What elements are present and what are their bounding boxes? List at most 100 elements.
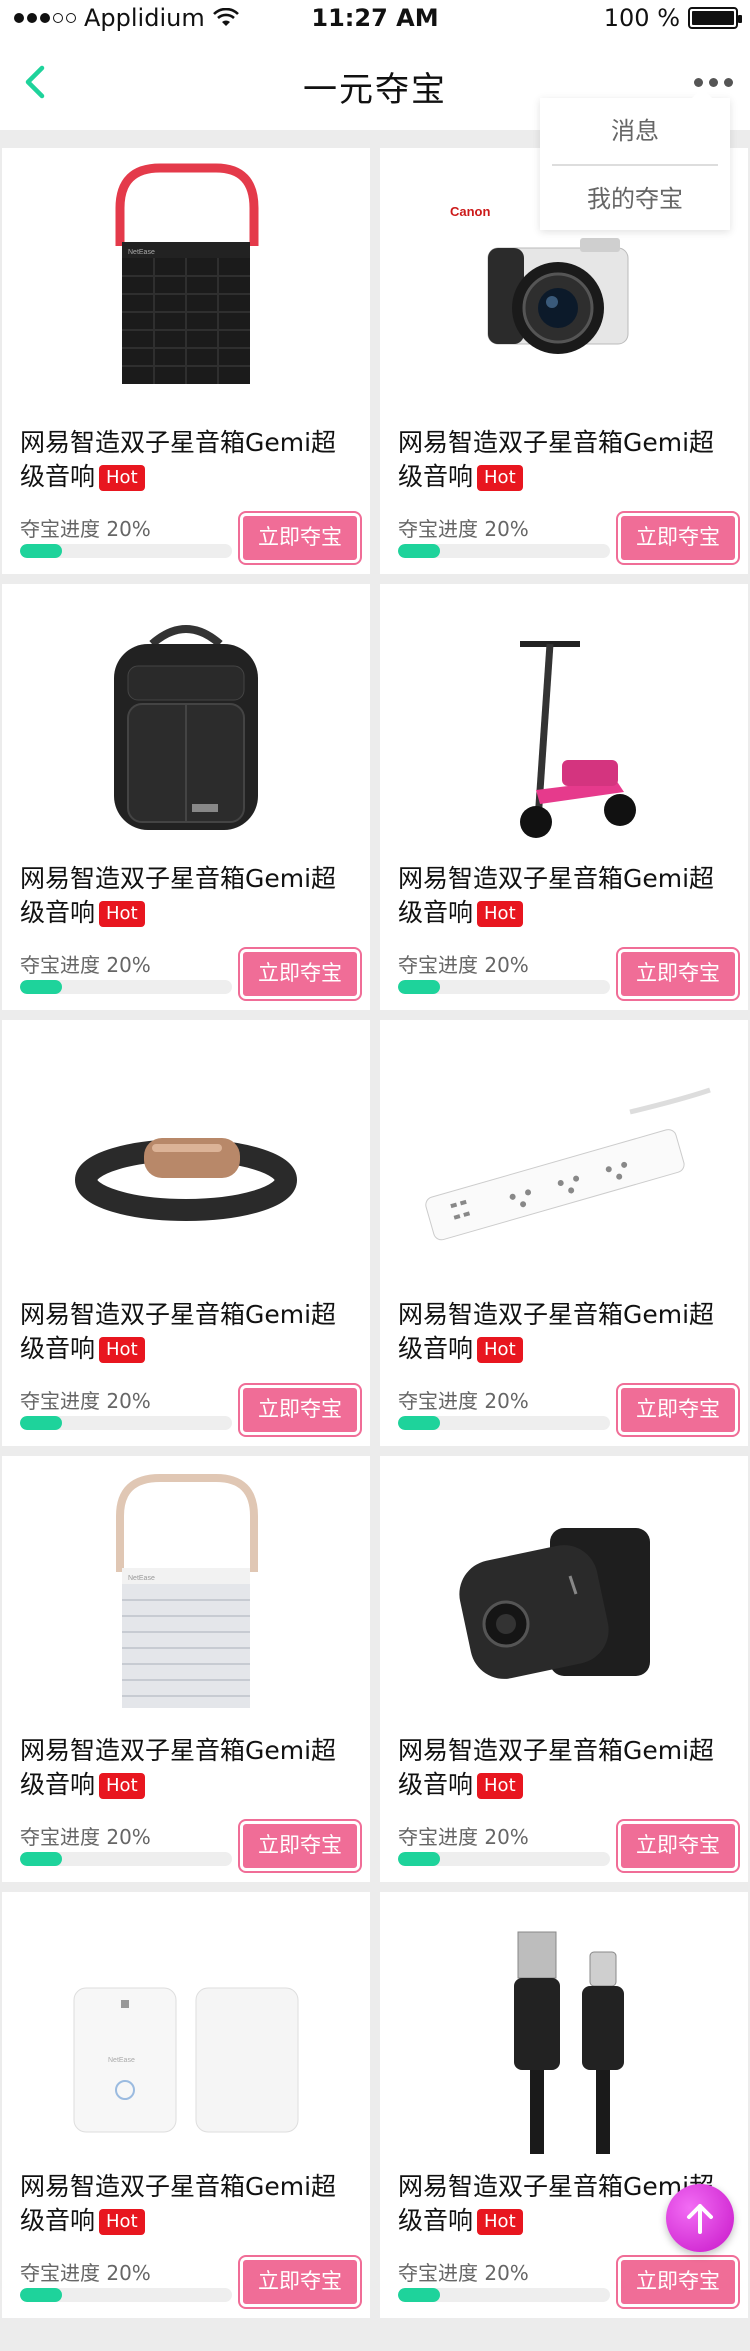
product-card[interactable]: 网易智造双子星音箱Gemi超级音响 Hot 夺宝进度 20% 立即夺宝 xyxy=(380,1020,748,1446)
router-pair-icon[interactable]: NetEase xyxy=(2,1892,370,2162)
product-card[interactable]: NetEase 网易智造双子星音箱Gemi超级音响 Hot 夺宝进度 20% 立即… xyxy=(2,148,370,574)
arrow-up-icon xyxy=(687,2204,713,2234)
usb-cable-icon[interactable] xyxy=(380,1892,748,2162)
menu-item-my-treasure[interactable]: 我的夺宝 xyxy=(540,166,730,232)
product-name-text: 网易智造双子星音箱Gemi超级音响 xyxy=(20,864,337,927)
product-card[interactable]: NetEase 网易智造双子星音箱Gemi超级音响 Hot 夺宝进度 20% 立即… xyxy=(2,1892,370,2318)
product-name-text: 网易智造双子星音箱Gemi超级音响 xyxy=(20,1736,337,1799)
progress-fill xyxy=(20,2288,63,2302)
progress-fill xyxy=(398,980,441,994)
progress-bar xyxy=(20,1852,232,1866)
progress-label: 夺宝进度 20% xyxy=(398,2261,529,2285)
product-card[interactable]: NetEase 网易智造双子星音箱Gemi超级音响 Hot 夺宝进度 20% 立即… xyxy=(2,1456,370,1882)
progress-bar xyxy=(398,1416,610,1430)
buy-now-button[interactable]: 立即夺宝 xyxy=(240,1385,360,1435)
product-name: 网易智造双子星音箱Gemi超级音响 Hot xyxy=(20,1734,360,1802)
smart-lock-icon[interactable] xyxy=(380,1456,748,1726)
hot-badge: Hot xyxy=(477,465,523,491)
buy-now-button[interactable]: 立即夺宝 xyxy=(618,1821,738,1871)
progress-bar xyxy=(398,980,610,994)
buy-now-button[interactable]: 立即夺宝 xyxy=(240,1821,360,1871)
brand-text: Canon xyxy=(450,204,491,219)
product-card[interactable]: 网易智造双子星音箱Gemi超级音响 Hot 夺宝进度 20% 立即夺宝 xyxy=(2,584,370,1010)
speaker-black-icon[interactable]: NetEase xyxy=(2,148,370,418)
progress-label: 夺宝进度 20% xyxy=(398,517,529,541)
product-grid: NetEase 网易智造双子星音箱Gemi超级音响 Hot 夺宝进度 20% 立即… xyxy=(0,148,750,2318)
progress-bar xyxy=(398,2288,610,2302)
progress-bar xyxy=(20,980,232,994)
status-bar: Applidium 11:27 AM 100 % xyxy=(0,0,750,40)
buy-now-button[interactable]: 立即夺宝 xyxy=(240,513,360,563)
product-card[interactable]: 网易智造双子星音箱Gemi超级音响 Hot 夺宝进度 20% 立即夺宝 xyxy=(2,1020,370,1446)
progress-fill xyxy=(398,544,441,558)
product-name: 网易智造双子星音箱Gemi超级音响 Hot xyxy=(398,426,738,494)
product-card[interactable]: 网易智造双子星音箱Gemi超级音响 Hot 夺宝进度 20% 立即夺宝 xyxy=(380,584,748,1010)
product-name: 网易智造双子星音箱Gemi超级音响 Hot xyxy=(20,2170,360,2238)
speaker-white-icon[interactable]: NetEase xyxy=(2,1456,370,1726)
product-card[interactable]: 网易智造双子星音箱Gemi超级音响 Hot 夺宝进度 20% 立即夺宝 xyxy=(380,1456,748,1882)
hot-badge: Hot xyxy=(99,1337,145,1363)
scroll-top-button[interactable] xyxy=(666,2184,734,2252)
progress-label: 夺宝进度 20% xyxy=(20,1389,151,1413)
product-name-text: 网易智造双子星音箱Gemi超级音响 xyxy=(398,1300,715,1363)
progress-bar xyxy=(20,544,232,558)
progress-label: 夺宝进度 20% xyxy=(398,1389,529,1413)
product-name: 网易智造双子星音箱Gemi超级音响 Hot xyxy=(398,1734,738,1802)
more-dots-icon xyxy=(693,77,703,87)
buy-now-button[interactable]: 立即夺宝 xyxy=(618,2257,738,2307)
hot-badge: Hot xyxy=(99,2209,145,2235)
product-name: 网易智造双子星音箱Gemi超级音响 Hot xyxy=(398,862,738,930)
hot-badge: Hot xyxy=(99,901,145,927)
buy-now-button[interactable]: 立即夺宝 xyxy=(618,513,738,563)
buy-now-button[interactable]: 立即夺宝 xyxy=(618,1385,738,1435)
progress-fill xyxy=(398,1852,441,1866)
battery-icon xyxy=(688,7,742,29)
product-name-text: 网易智造双子星音箱Gemi超级音响 xyxy=(20,1300,337,1363)
progress-bar xyxy=(20,2288,232,2302)
brand-text: NetEase xyxy=(128,1575,155,1582)
product-name: 网易智造双子星音箱Gemi超级音响 Hot xyxy=(20,862,360,930)
hot-badge: Hot xyxy=(477,1773,523,1799)
buy-now-button[interactable]: 立即夺宝 xyxy=(240,2257,360,2307)
menu-item-messages[interactable]: 消息 xyxy=(540,98,730,164)
buy-now-button[interactable]: 立即夺宝 xyxy=(618,949,738,999)
backpack-icon[interactable] xyxy=(2,584,370,854)
progress-label: 夺宝进度 20% xyxy=(398,953,529,977)
scooter-icon[interactable] xyxy=(380,584,748,854)
progress-label: 夺宝进度 20% xyxy=(20,2261,151,2285)
product-name: 网易智造双子星音箱Gemi超级音响 Hot xyxy=(398,1298,738,1366)
fitness-band-icon[interactable] xyxy=(2,1020,370,1290)
progress-fill xyxy=(398,2288,441,2302)
progress-label: 夺宝进度 20% xyxy=(20,517,151,541)
status-right: 100 % xyxy=(603,4,742,32)
progress-fill xyxy=(20,1416,63,1430)
buy-now-button[interactable]: 立即夺宝 xyxy=(240,949,360,999)
product-name-text: 网易智造双子星音箱Gemi超级音响 xyxy=(398,1736,715,1799)
product-name: 网易智造双子星音箱Gemi超级音响 Hot xyxy=(20,1298,360,1366)
brand-text: NetEase xyxy=(128,249,155,256)
product-card[interactable]: 网易智造双子星音箱Gemi超级音响 Hot 夺宝进度 20% 立即夺宝 xyxy=(380,1892,748,2318)
progress-fill xyxy=(398,1416,441,1430)
progress-fill xyxy=(20,980,63,994)
dropdown-menu: 消息 我的夺宝 xyxy=(540,88,730,232)
progress-bar xyxy=(398,544,610,558)
hot-badge: Hot xyxy=(99,465,145,491)
hot-badge: Hot xyxy=(477,901,523,927)
hot-badge: Hot xyxy=(99,1773,145,1799)
product-name-text: 网易智造双子星音箱Gemi超级音响 xyxy=(20,2172,337,2235)
hot-badge: Hot xyxy=(477,2209,523,2235)
battery-percent: 100 % xyxy=(603,4,680,32)
progress-bar xyxy=(20,1416,232,1430)
hot-badge: Hot xyxy=(477,1337,523,1363)
progress-bar xyxy=(398,1852,610,1866)
product-name-text: 网易智造双子星音箱Gemi超级音响 xyxy=(20,428,337,491)
product-name: 网易智造双子星音箱Gemi超级音响 Hot xyxy=(20,426,360,494)
progress-label: 夺宝进度 20% xyxy=(20,1825,151,1849)
brand-text: NetEase xyxy=(108,2057,135,2064)
power-strip-icon[interactable] xyxy=(380,1020,748,1290)
product-name-text: 网易智造双子星音箱Gemi超级音响 xyxy=(398,428,715,491)
progress-label: 夺宝进度 20% xyxy=(20,953,151,977)
progress-label: 夺宝进度 20% xyxy=(398,1825,529,1849)
progress-fill xyxy=(20,1852,63,1866)
product-name-text: 网易智造双子星音箱Gemi超级音响 xyxy=(398,864,715,927)
